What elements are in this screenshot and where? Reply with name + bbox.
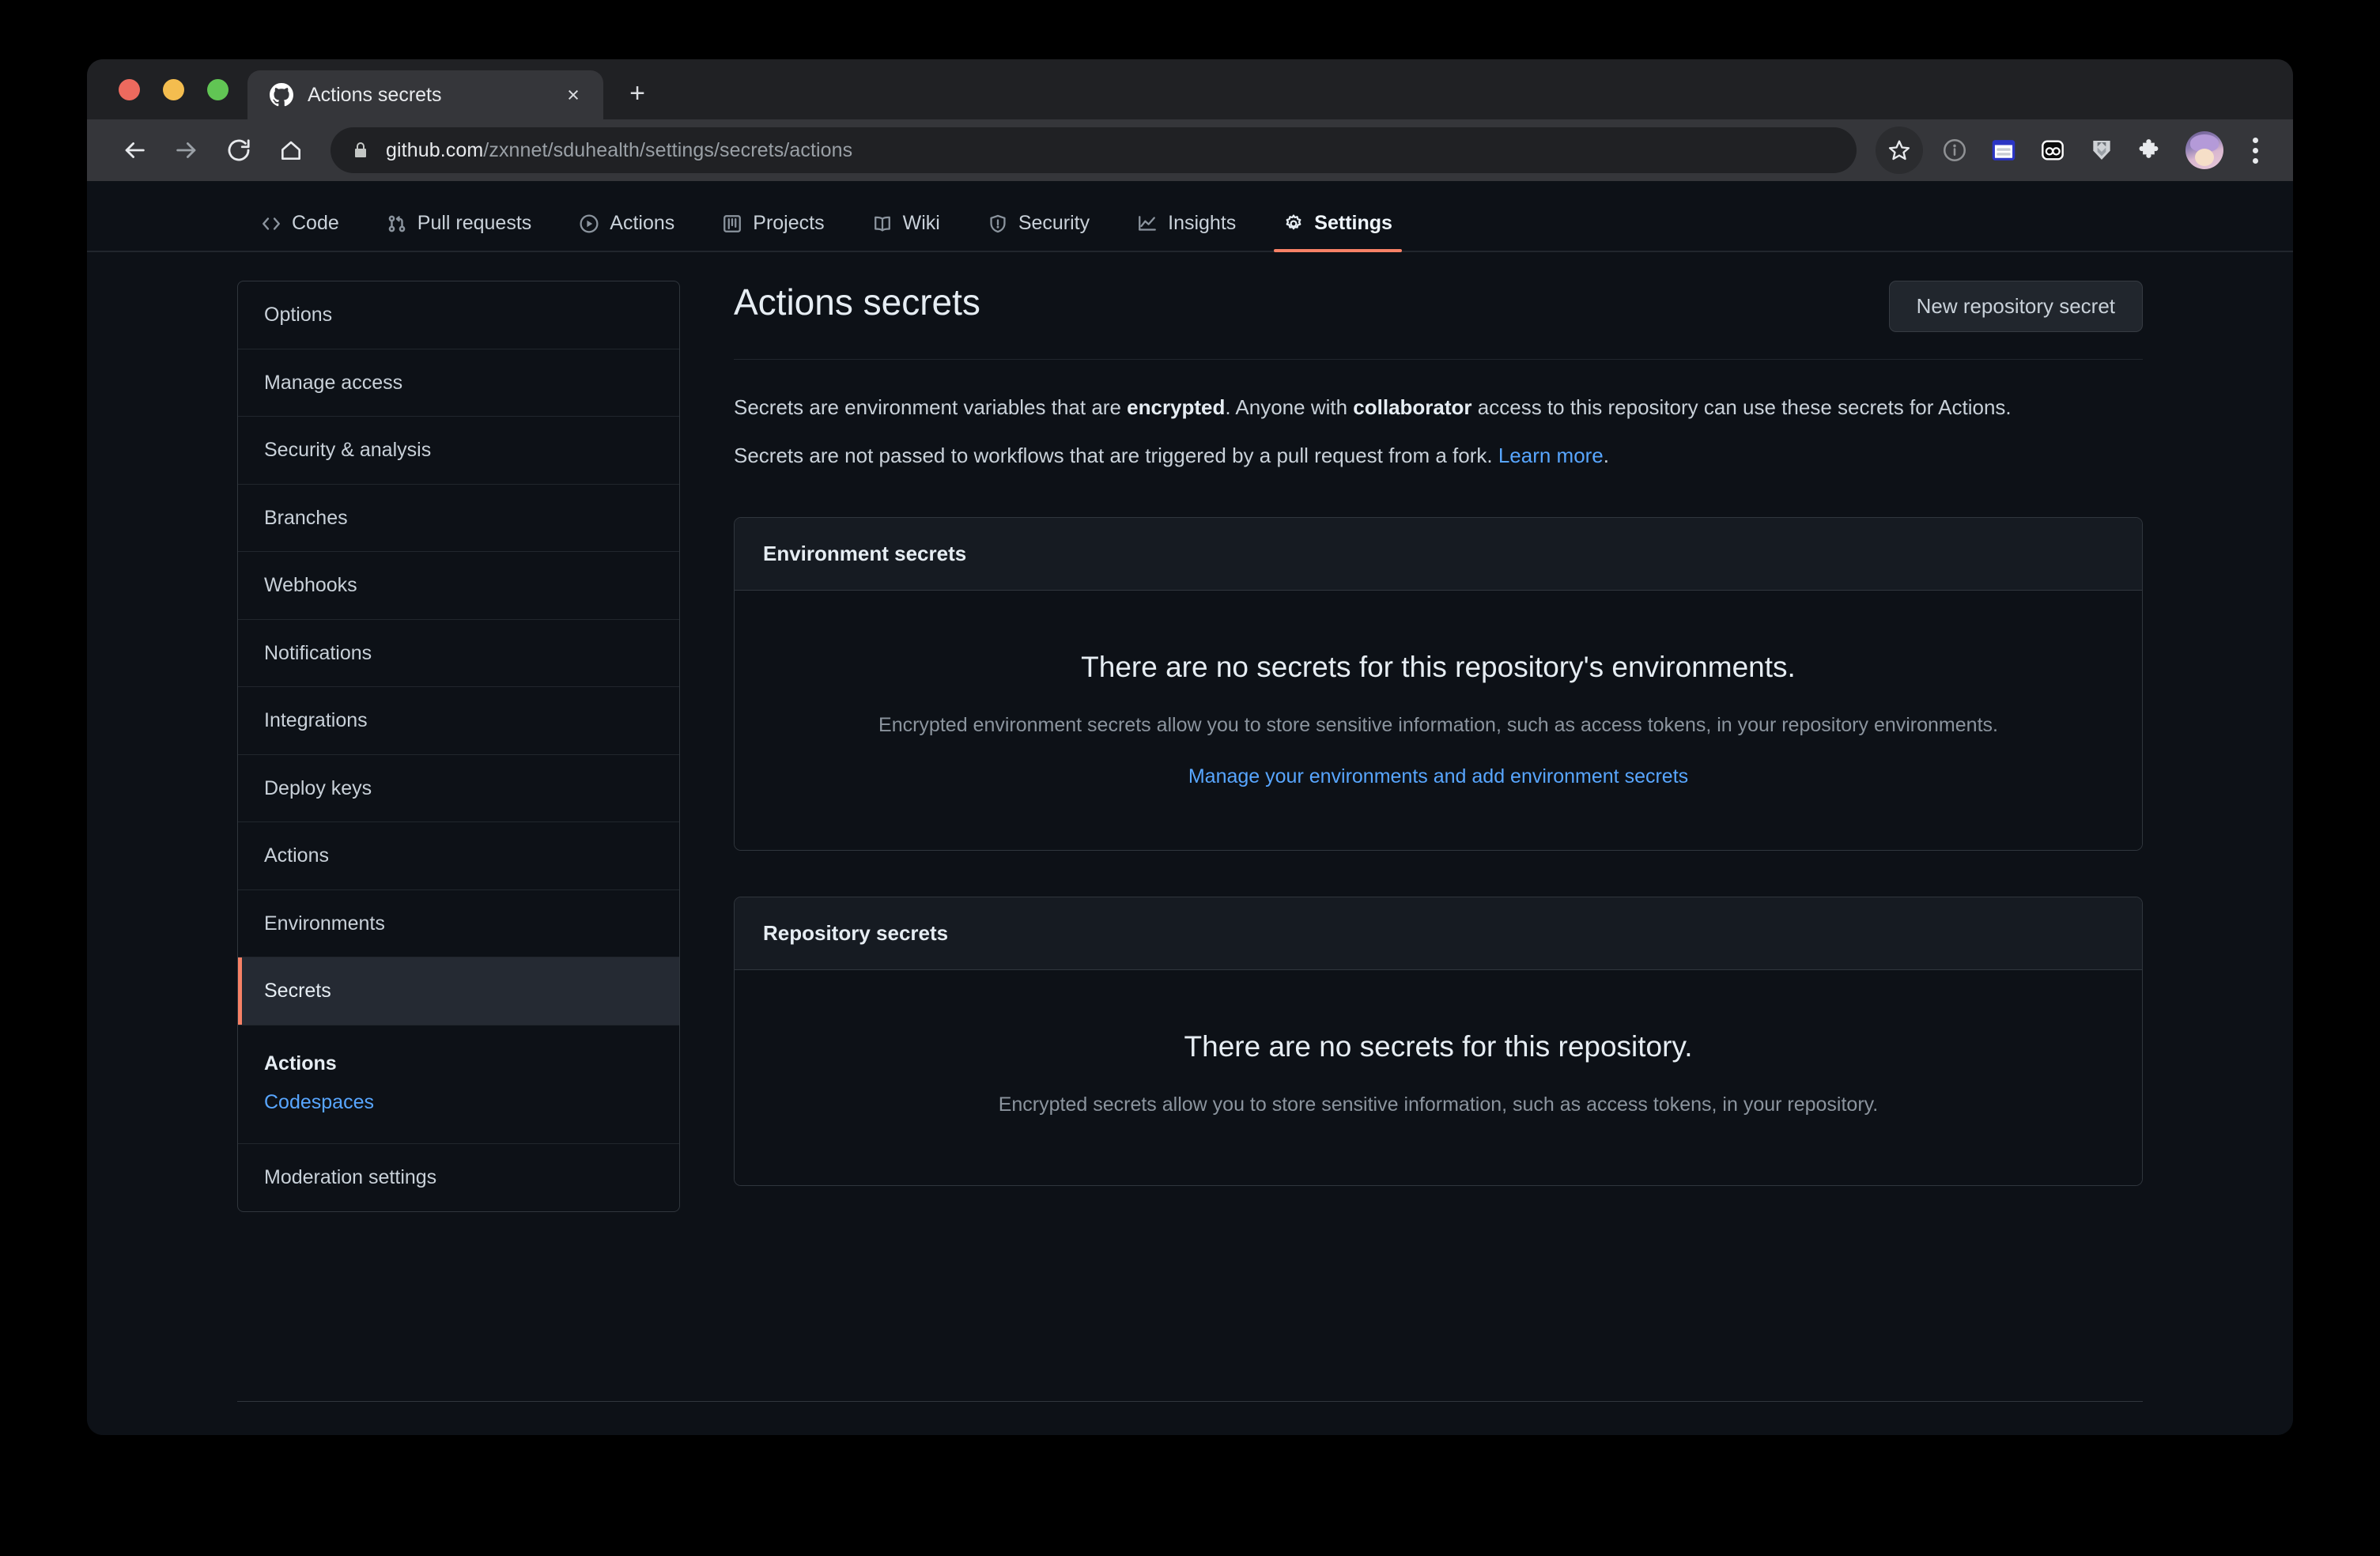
minimize-window-button[interactable] (163, 78, 184, 100)
intro-line-2: Secrets are not passed to workflows that… (734, 440, 2143, 471)
code-icon (261, 213, 281, 234)
sidebar-item-branches[interactable]: Branches (238, 485, 679, 552)
settings-main: Actions secrets New repository secret Se… (680, 281, 2143, 1212)
browser-tab[interactable]: Actions secrets × (247, 70, 603, 119)
sidebar-item-moderation-settings[interactable]: Moderation settings (238, 1144, 679, 1211)
info-circle-icon[interactable] (1932, 128, 1977, 172)
intro-collaborator: collaborator (1353, 395, 1472, 419)
browser-tabstrip: Actions secrets × + (87, 59, 2293, 119)
lock-icon (351, 141, 370, 160)
reading-list-extension-icon[interactable] (1981, 128, 2026, 172)
environment-secrets-panel: Environment secrets There are no secrets… (734, 517, 2143, 851)
environment-empty-title: There are no secrets for this repository… (1081, 651, 1796, 684)
git-pull-request-icon (387, 213, 407, 234)
repo-nav-label: Projects (753, 212, 825, 234)
sidebar-item-notifications[interactable]: Notifications (238, 620, 679, 687)
repository-secrets-header: Repository secrets (735, 897, 2142, 970)
star-icon[interactable] (1876, 127, 1923, 174)
repo-nav-label: Actions (610, 212, 675, 234)
repo-nav-insights[interactable]: Insights (1113, 212, 1260, 252)
footer-divider (237, 1401, 2143, 1402)
repo-nav-pull-requests[interactable]: Pull requests (363, 212, 556, 252)
shield-extension-icon[interactable] (2080, 128, 2124, 172)
intro-1e: access to this repository can use these … (1471, 395, 2012, 419)
browser-toolbar: github.com/zxnnet/sduhealth/settings/sec… (87, 119, 2293, 181)
browser-window: Actions secrets × + github.com/zxnnet/sd… (87, 59, 2293, 1435)
address-bar[interactable]: github.com/zxnnet/sduhealth/settings/sec… (331, 127, 1857, 173)
avatar[interactable] (2185, 131, 2223, 169)
repo-nav-code[interactable]: Code (237, 212, 363, 252)
sidebar-item-secrets[interactable]: Secrets (238, 957, 679, 1025)
window-traffic-lights (87, 59, 247, 119)
environment-secrets-body: There are no secrets for this repository… (735, 591, 2142, 850)
intro-encrypted: encrypted (1127, 395, 1226, 419)
play-circle-icon (579, 213, 599, 234)
intro-text: Secrets are environment variables that a… (734, 360, 2143, 472)
sidebar-subitem-codespaces[interactable]: Codespaces (264, 1083, 679, 1123)
repo-nav-settings[interactable]: Settings (1260, 212, 1416, 252)
intro-2a: Secrets are not passed to workflows that… (734, 443, 1498, 467)
manage-environments-link[interactable]: Manage your environments and add environ… (1188, 765, 1688, 788)
graph-icon (1137, 213, 1158, 234)
settings-layout: Options Manage access Security & analysi… (87, 252, 2293, 1212)
sidebar-item-integrations[interactable]: Integrations (238, 687, 679, 755)
sidebar-item-options[interactable]: Options (238, 281, 679, 349)
tab-title: Actions secrets (308, 83, 442, 106)
reload-icon[interactable] (215, 127, 263, 174)
sidebar-secrets-subgroup: Actions Codespaces (238, 1025, 679, 1144)
url-path: /zxnnet/sduhealth/settings/secrets/actio… (483, 138, 853, 161)
new-tab-button[interactable]: + (614, 70, 660, 116)
forward-arrow-icon[interactable] (163, 127, 210, 174)
url-domain: github.com (386, 138, 484, 161)
oo-extension-icon[interactable] (2031, 128, 2075, 172)
maximize-window-button[interactable] (207, 78, 229, 100)
page-title: Actions secrets (734, 281, 980, 323)
repo-nav-label: Code (292, 212, 339, 234)
home-icon[interactable] (267, 127, 315, 174)
repo-nav-security[interactable]: Security (964, 212, 1113, 252)
main-header: Actions secrets New repository secret (734, 281, 2143, 360)
close-window-button[interactable] (119, 78, 140, 100)
puzzle-piece-icon[interactable] (2129, 128, 2173, 172)
repository-secrets-panel: Repository secrets There are no secrets … (734, 896, 2143, 1186)
intro-line-1: Secrets are environment variables that a… (734, 391, 2143, 423)
intro-1c: . Anyone with (1225, 395, 1354, 419)
gear-icon (1283, 213, 1304, 234)
back-arrow-icon[interactable] (111, 127, 158, 174)
github-icon (270, 83, 293, 107)
environment-secrets-header: Environment secrets (735, 518, 2142, 591)
sidebar-item-manage-access[interactable]: Manage access (238, 349, 679, 417)
sidebar-item-deploy-keys[interactable]: Deploy keys (238, 755, 679, 822)
settings-sidebar: Options Manage access Security & analysi… (237, 281, 680, 1212)
repo-nav-label: Wiki (902, 212, 940, 234)
intro-1a: Secrets are environment variables that a… (734, 395, 1128, 419)
three-dot-menu-icon[interactable] (2236, 128, 2274, 172)
book-icon (872, 213, 893, 234)
repository-secrets-body: There are no secrets for this repository… (735, 969, 2142, 1185)
sidebar-subitem-actions[interactable]: Actions (264, 1044, 679, 1084)
url-text: github.com/zxnnet/sduhealth/settings/sec… (386, 139, 852, 162)
learn-more-link[interactable]: Learn more (1498, 444, 1604, 467)
sidebar-item-actions[interactable]: Actions (238, 822, 679, 890)
repo-nav-label: Security (1018, 212, 1090, 234)
repository-empty-description: Encrypted secrets allow you to store sen… (998, 1093, 1879, 1116)
new-repository-secret-button[interactable]: New repository secret (1888, 281, 2143, 332)
intro-2b: . (1603, 443, 1610, 467)
sidebar-item-environments[interactable]: Environments (238, 890, 679, 957)
github-page: Code Pull requests Actions Projects Wiki… (87, 181, 2293, 1435)
repo-nav-actions[interactable]: Actions (555, 212, 698, 252)
repo-nav-wiki[interactable]: Wiki (848, 212, 964, 252)
project-board-icon (722, 213, 742, 234)
repo-nav-label: Settings (1314, 212, 1392, 234)
sidebar-item-security-analysis[interactable]: Security & analysis (238, 417, 679, 485)
shield-alert-icon (988, 213, 1008, 234)
repo-nav: Code Pull requests Actions Projects Wiki… (87, 181, 2293, 252)
close-icon[interactable]: × (559, 81, 587, 109)
sidebar-item-webhooks[interactable]: Webhooks (238, 552, 679, 620)
environment-empty-description: Encrypted environment secrets allow you … (878, 714, 1998, 737)
repo-nav-projects[interactable]: Projects (698, 212, 848, 252)
repo-nav-label: Insights (1168, 212, 1237, 234)
repo-nav-label: Pull requests (417, 212, 532, 234)
repository-empty-title: There are no secrets for this repository… (1184, 1029, 1693, 1063)
